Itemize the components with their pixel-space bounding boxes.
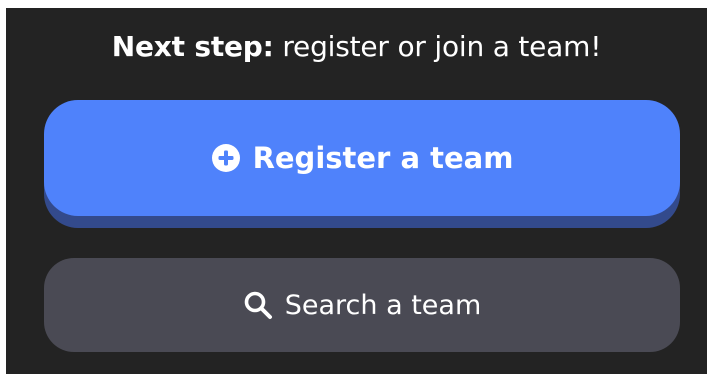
search-team-label: Search a team — [284, 289, 482, 321]
heading-strong-text: Next step: — [111, 30, 274, 63]
register-team-button[interactable]: Register a team — [44, 100, 680, 216]
plus-circle-icon — [211, 143, 241, 173]
register-team-label: Register a team — [252, 141, 514, 175]
heading-rest-text: register or join a team! — [273, 30, 602, 63]
team-step-panel: Next step: register or join a team! Regi… — [6, 8, 707, 374]
search-team-button[interactable]: Search a team — [44, 258, 680, 352]
next-step-heading: Next step: register or join a team! — [6, 30, 707, 63]
search-icon — [243, 290, 273, 320]
